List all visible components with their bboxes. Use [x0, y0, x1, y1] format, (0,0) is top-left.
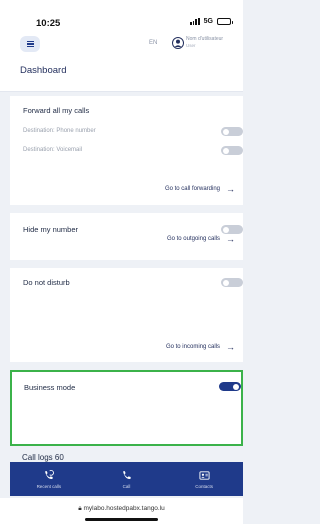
destination-voicemail-toggle[interactable] — [221, 146, 243, 155]
network-label: 5G — [203, 18, 213, 25]
business-mode-card: Business mode — [10, 370, 243, 446]
call-forwarding-link-label: Go to call forwarding — [164, 186, 220, 192]
status-indicators: 5G — [190, 18, 233, 25]
status-time: 10:25 — [36, 18, 61, 29]
signal-icon — [190, 18, 200, 25]
forward-calls-card: Forward all my calls Destination: Phone … — [10, 96, 243, 205]
menu-button[interactable] — [20, 36, 40, 52]
lock-icon: 🔒︎ — [78, 505, 82, 512]
destination-phone-label: Destination: Phone number — [23, 128, 96, 134]
phone-icon — [123, 470, 131, 479]
url-text: mylabo.hostedpabx.tango.lu — [83, 505, 165, 512]
business-mode-toggle[interactable] — [219, 382, 241, 391]
hide-number-title: Hide my number — [23, 225, 79, 234]
nav-call-label: Call — [122, 483, 131, 489]
arrow-right-icon: → — [226, 184, 235, 194]
nav-recent-calls-label: Recent calls — [36, 483, 62, 489]
browser-url-bar[interactable]: 🔒︎ mylabo.hostedpabx.tango.lu — [0, 498, 243, 524]
hide-number-card: Hide my number Go to outgoing calls → — [10, 213, 243, 260]
incoming-calls-link[interactable]: Go to incoming calls → — [166, 342, 235, 352]
battery-icon — [217, 18, 233, 25]
nav-contacts-label: Contacts — [195, 483, 214, 489]
outgoing-calls-link-label: Go to outgoing calls — [166, 236, 220, 242]
home-indicator[interactable] — [85, 518, 158, 521]
recent-calls-icon — [45, 469, 55, 479]
arrow-right-icon: → — [226, 234, 235, 244]
do-not-disturb-card: Do not disturb Go to incoming calls → — [10, 268, 243, 362]
user-avatar-icon[interactable] — [172, 37, 184, 49]
destination-voicemail-label: Destination: Voicemail — [23, 147, 83, 153]
nav-recent-calls[interactable]: Recent calls — [19, 469, 79, 489]
contacts-icon — [199, 470, 210, 480]
bottom-navigation: Recent calls Call Contacts — [10, 462, 243, 496]
incoming-calls-link-label: Go to incoming calls — [165, 344, 220, 350]
hamburger-icon — [26, 40, 34, 42]
do-not-disturb-toggle[interactable] — [221, 278, 243, 287]
app-header: EN Nom d'utilisateur User Dashboard — [0, 34, 243, 92]
outgoing-calls-link[interactable]: Go to outgoing calls → — [167, 234, 235, 244]
arrow-right-icon: → — [226, 342, 235, 352]
user-role: User — [186, 43, 196, 48]
nav-call[interactable]: Call — [96, 470, 156, 489]
do-not-disturb-title: Do not disturb — [23, 278, 70, 287]
language-selector[interactable]: EN — [149, 40, 157, 46]
call-logs-heading: Call logs 60 — [22, 453, 64, 462]
status-bar: 10:25 5G — [0, 0, 243, 34]
destination-phone-toggle[interactable] — [221, 127, 243, 136]
user-name: Nom d'utilisateur — [186, 36, 224, 42]
business-mode-title: Business mode — [24, 383, 76, 392]
nav-contacts[interactable]: Contacts — [174, 470, 234, 489]
url-display[interactable]: 🔒︎ mylabo.hostedpabx.tango.lu — [0, 505, 243, 513]
page-title: Dashboard — [20, 65, 67, 76]
hide-number-toggle[interactable] — [221, 225, 243, 234]
call-forwarding-link[interactable]: Go to call forwarding → — [165, 184, 235, 194]
forward-calls-title: Forward all my calls — [23, 106, 90, 115]
